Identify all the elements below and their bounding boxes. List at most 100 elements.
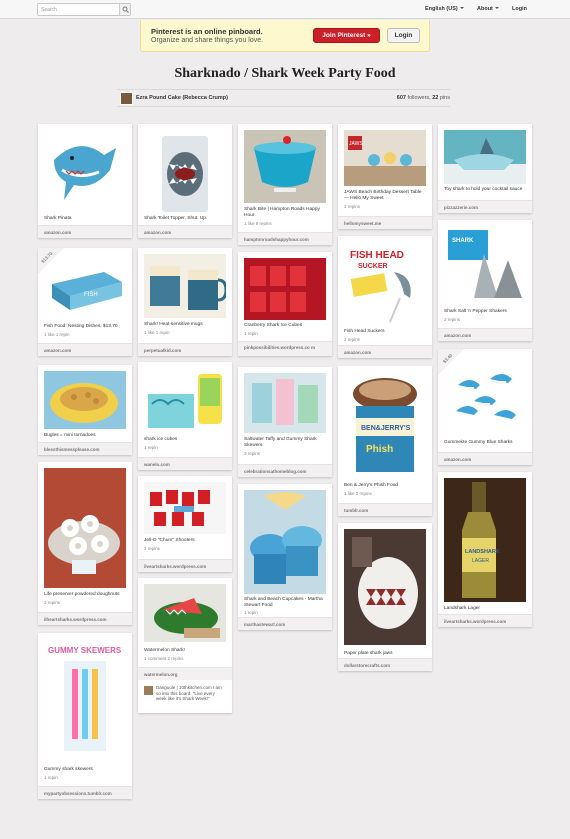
chevron-down-icon (459, 7, 464, 9)
svg-text:JAWS: JAWS (349, 141, 363, 147)
owner-name-link[interactable]: Ezra Pound Cake (Rebecca Crump) (136, 95, 228, 101)
pin-image[interactable]: GUMMY SKEWERS (44, 639, 126, 763)
pin-image[interactable] (44, 130, 126, 215)
pin-image[interactable] (444, 130, 526, 184)
pin-description: shark ice cubes (144, 437, 178, 442)
pin-description: Shark Salt 'n Pepper Shakers (444, 309, 507, 314)
pin-card[interactable]: $3.40 Gummeize Gummy Blue Sharks amazon.… (438, 349, 532, 465)
pin-card[interactable]: Life preserver powdered doughnuts 2 repi… (38, 462, 132, 625)
search-input[interactable]: Search (37, 3, 131, 16)
pin-description: Shark Pinata (44, 216, 72, 221)
about-menu[interactable]: About (477, 6, 499, 12)
pin-image[interactable] (144, 482, 226, 534)
owner-avatar[interactable] (120, 92, 133, 105)
pin-source[interactable]: amazon.com (138, 225, 232, 238)
language-menu[interactable]: English (US) (425, 6, 464, 12)
followers-label[interactable]: followers, (407, 95, 430, 101)
pin-source[interactable]: hamptonroadshappyhour.com (238, 232, 332, 245)
pin-image[interactable] (244, 130, 326, 203)
pin-image[interactable] (44, 468, 126, 588)
pin-stats: 1 repin (44, 775, 58, 780)
search-button[interactable] (119, 4, 130, 15)
pin-source[interactable]: marthastewart.com (238, 617, 332, 630)
svg-text:SHARK: SHARK (452, 238, 474, 244)
pin-source[interactable]: wanelo.com (138, 457, 232, 470)
pin-description: Cranberry Shark Ice Cubes (244, 323, 303, 328)
pin-card[interactable]: JAWS JAWS Beach Birthday Dessert Table —… (338, 124, 432, 229)
pin-description: Gummeize Gummy Blue Sharks (444, 440, 513, 445)
pin-image[interactable] (244, 373, 326, 433)
pin-card[interactable]: Shark Bite | Hampton Roads Happy Hour 1 … (238, 124, 332, 245)
commenter-avatar[interactable] (144, 686, 153, 695)
pin-stats: 1 like 2 repins (344, 491, 372, 496)
pin-card[interactable]: Watermelon Shark! 1 comment 2 repins wat… (138, 578, 232, 713)
pin-card[interactable]: Shark Toilet Topper. Shut. Up. amazon.co… (138, 124, 232, 238)
search-icon (122, 6, 129, 13)
pin-description: Shark Bite | Hampton Roads Happy Hour (244, 207, 320, 218)
pin-image[interactable] (344, 529, 426, 645)
pin-card[interactable]: FISH $13.70 Fish Food: Nesting Dishes, $… (38, 248, 132, 356)
pin-card[interactable]: Toy shark to hold your cocktail sauce pi… (438, 124, 532, 213)
pin-card[interactable]: Jell-O "Chum" Shooters 3 repins ilvearts… (138, 476, 232, 572)
pin-card[interactable]: Bugles = mini tornadoes blessthismessple… (38, 365, 132, 455)
pin-card[interactable]: SHARK Shark Salt 'n Pepper Shakers 2 rep… (438, 220, 532, 341)
pin-source[interactable]: pizzazzerie.com (438, 200, 532, 213)
pin-stats: 1 like 1 repin (144, 330, 170, 335)
pin-image[interactable]: LANDSHARK LAGER (444, 478, 526, 602)
pin-card[interactable]: Shark and Beach Cupcakes - Martha Stewar… (238, 484, 332, 630)
pin-description: Saltwater Taffy and Gummy Shark Skewers (244, 437, 317, 448)
pin-source[interactable]: blessthismessplease.com (38, 442, 132, 455)
svg-text:SUCKER: SUCKER (358, 263, 388, 270)
pin-card[interactable]: BEN&JERRY'S Phish Ben & Jerry's Phish Fo… (338, 366, 432, 516)
pin-description: Bugles = mini tornadoes (44, 433, 96, 438)
pin-source[interactable]: pinkpossibilities.wordpress.co m (238, 341, 332, 356)
pin-source[interactable]: celebrationsathomeblog.com (238, 464, 332, 477)
join-pinterest-button[interactable]: Join Pinterest » (313, 28, 380, 43)
pin-source[interactable]: perpetualkid.com (138, 343, 232, 356)
pin-image[interactable] (144, 368, 226, 434)
pin-source[interactable]: dollarstorecrafts.com (338, 658, 432, 671)
pin-description: Toy shark to hold your cocktail sauce (444, 187, 523, 192)
pin-card[interactable]: shark ice cubes 1 repin wanelo.com (138, 362, 232, 470)
pin-source[interactable]: amazon.com (338, 345, 432, 358)
pin-card[interactable]: Paper plate shark jaws dollarstorecrafts… (338, 523, 432, 671)
pin-source[interactable]: amazon.com (438, 328, 532, 341)
pin-card[interactable]: LANDSHARK LAGER Landshark Lager ilvearts… (438, 472, 532, 627)
pin-source[interactable]: hellomysweet.me (338, 216, 432, 229)
pin-card[interactable]: Shark Pinata amazon.com (38, 124, 132, 238)
login-link[interactable]: Login (512, 6, 527, 12)
pin-image[interactable]: FISH HEAD SUCKER (344, 242, 426, 326)
pin-image[interactable] (144, 130, 226, 215)
pin-card[interactable]: Saltwater Taffy and Gummy Shark Skewers … (238, 367, 332, 477)
pin-image[interactable]: SHARK (444, 226, 526, 304)
pin-source[interactable]: mypartyobsessions.tumblr.com (38, 786, 132, 799)
pin-source[interactable]: watermelon.org (138, 667, 232, 680)
pin-image[interactable] (244, 258, 326, 320)
pin-card[interactable]: FISH HEAD SUCKER Fish Head Suckers 2 rep… (338, 236, 432, 358)
pin-description: Shark and Beach Cupcakes - Martha Stewar… (244, 597, 323, 608)
pin-card[interactable]: Cranberry Shark Ice Cubes 1 repin pinkpo… (238, 252, 332, 356)
pin-source[interactable]: ilveartsharks.wordpress.com (438, 614, 532, 627)
pin-stats: 2 repins (344, 337, 361, 342)
pin-image[interactable]: BEN&JERRY'S Phish (344, 372, 426, 480)
pin-source[interactable]: amazon.com (438, 452, 532, 465)
pin-source[interactable]: amazon.com (38, 225, 132, 238)
price-ribbon (438, 349, 464, 375)
banner-subline: Organize and share things you love. (151, 37, 264, 44)
svg-text:FISH HEAD: FISH HEAD (350, 250, 404, 261)
pin-source[interactable]: ilheartsharks.wordpress.com (38, 612, 132, 625)
banner-login-button[interactable]: Login (387, 28, 420, 43)
pin-source[interactable]: tumblr.com (338, 503, 432, 516)
pin-image[interactable] (244, 490, 326, 594)
pin-description: Landshark Lager (444, 606, 481, 611)
pin-image[interactable] (144, 254, 226, 318)
pin-source[interactable]: amazon.com (38, 343, 132, 356)
pin-image[interactable] (44, 371, 126, 429)
pin-source[interactable]: ilveartsharks.wordpress.com (138, 559, 232, 572)
pin-image[interactable] (144, 584, 226, 642)
pin-card[interactable]: Shark! Heat-sensitive mugs 1 like 1 repi… (138, 248, 232, 356)
about-label: About (477, 6, 493, 12)
pin-image[interactable]: JAWS (344, 130, 426, 186)
pin-card[interactable]: GUMMY SKEWERS Gummy shark skewers 1 repi… (38, 633, 132, 799)
pin-stats: 3 repins (144, 546, 161, 551)
